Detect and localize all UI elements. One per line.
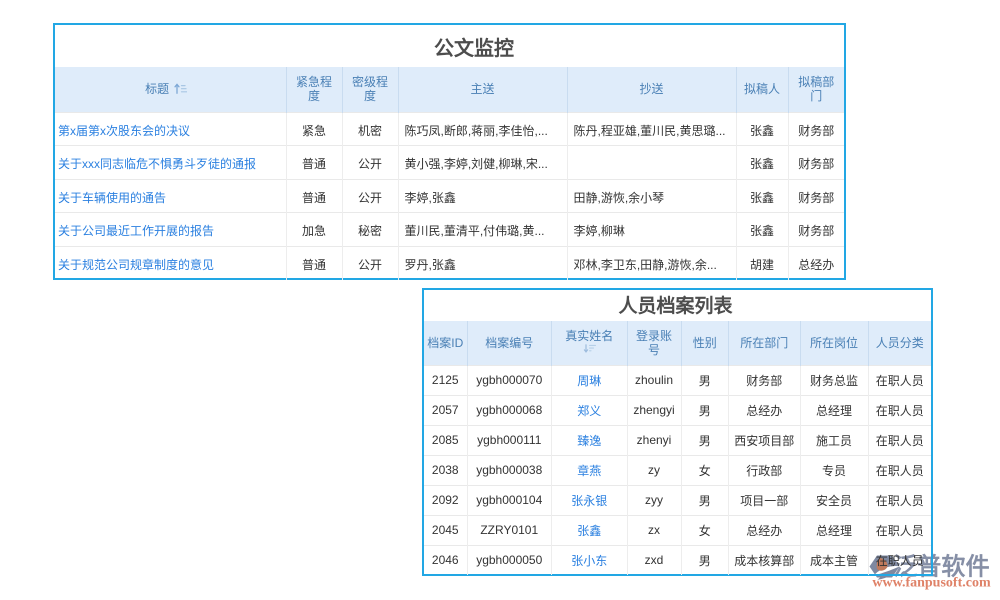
svg-text:www.fanpusoft.com: www.fanpusoft.com xyxy=(872,575,991,590)
